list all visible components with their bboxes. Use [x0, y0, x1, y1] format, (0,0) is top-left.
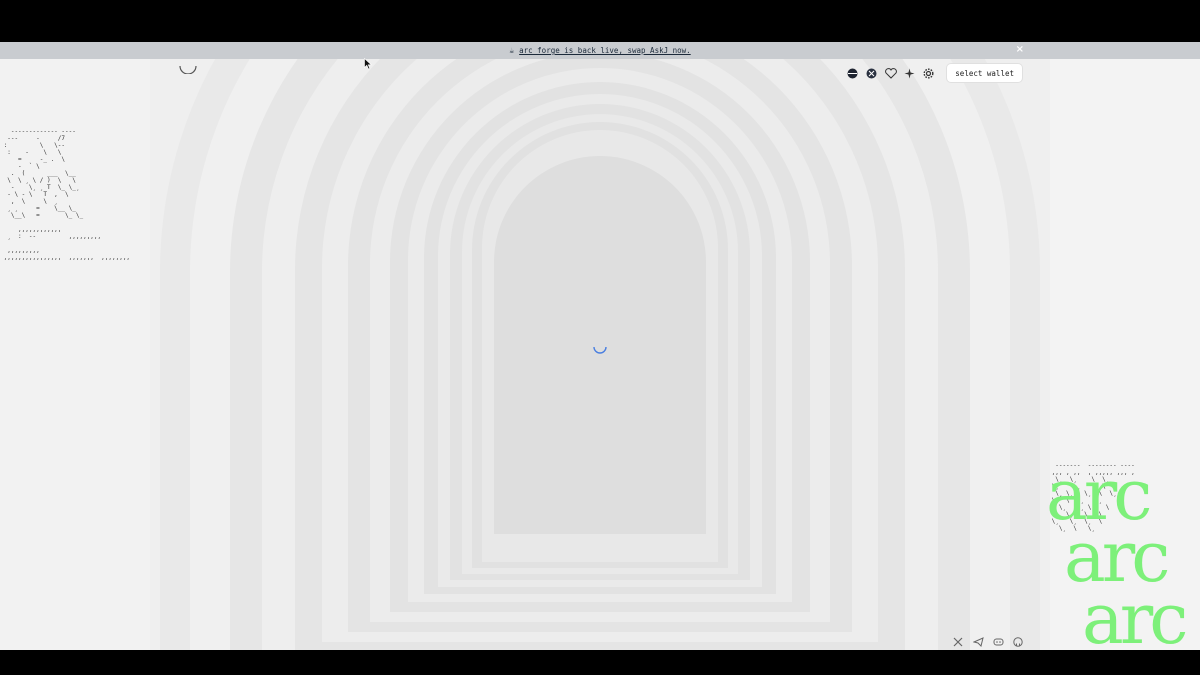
announcement-banner: ☕ arc forge is back live, swap AskJ now.…	[0, 42, 1200, 59]
letterbox-bottom	[0, 650, 1200, 675]
mouse-cursor-icon	[364, 58, 372, 70]
brand-word: arc	[1082, 578, 1188, 650]
loading-spinner-icon	[593, 346, 607, 354]
gear-icon[interactable]	[922, 67, 935, 80]
letterbox-top	[0, 0, 1200, 42]
social-links	[952, 636, 1024, 648]
globe-light-icon[interactable]	[865, 67, 878, 80]
loading-arc-icon	[179, 65, 197, 74]
top-toolbar: select wallet	[846, 64, 1022, 82]
github-icon[interactable]	[1012, 636, 1024, 648]
app-viewport: ☕ arc forge is back live, swap AskJ now.…	[0, 42, 1200, 650]
heart-icon[interactable]	[884, 67, 897, 80]
telegram-icon[interactable]	[972, 636, 984, 648]
globe-dark-icon[interactable]	[846, 67, 859, 80]
x-icon[interactable]	[952, 636, 964, 648]
select-wallet-button[interactable]: select wallet	[947, 64, 1022, 82]
coffee-icon: ☕	[509, 46, 515, 55]
close-banner-button[interactable]: ×	[1016, 44, 1024, 55]
discord-icon[interactable]	[992, 636, 1004, 648]
sparkle-icon[interactable]	[903, 67, 916, 80]
announcement-link[interactable]: arc forge is back live, swap AskJ now.	[519, 46, 691, 55]
brand-wordmark: arc arc arc	[1046, 460, 1188, 650]
ascii-art-left: ------------- ---- --- - /7 : \ \-- : - …	[3, 128, 131, 261]
